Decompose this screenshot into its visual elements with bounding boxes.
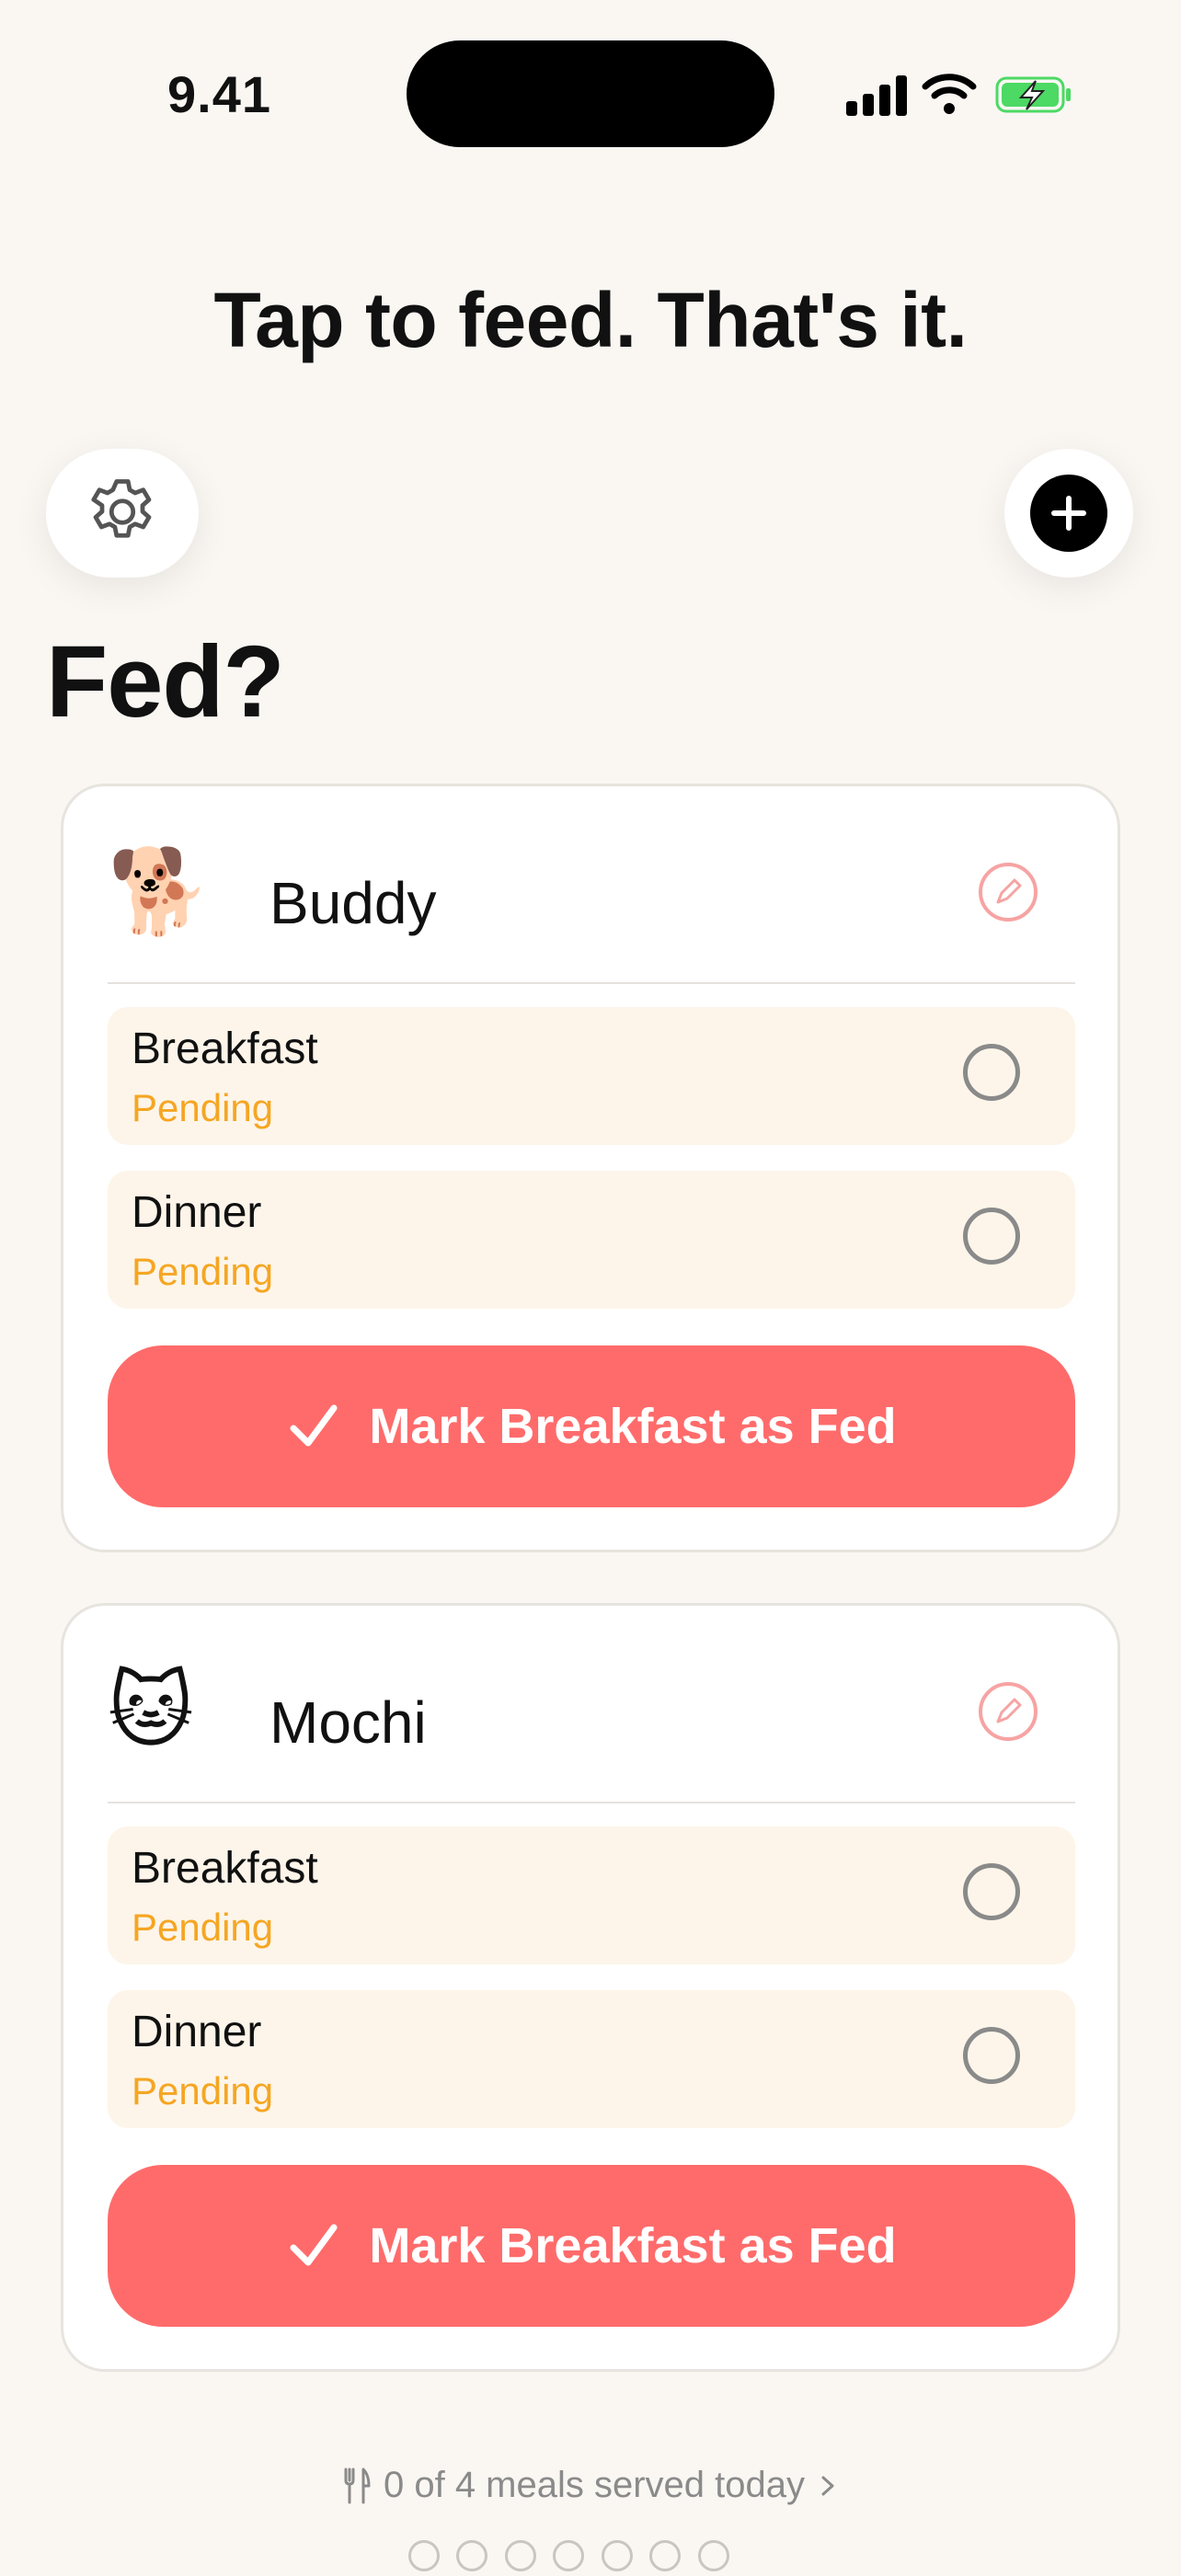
meal-checkbox[interactable] [963, 2027, 1020, 2084]
cellular-signal-icon [846, 75, 907, 116]
meal-name: Breakfast [132, 1025, 318, 1073]
battery-charging-icon [995, 76, 1071, 113]
meal-status: Pending [132, 1906, 274, 1949]
page-dot [553, 2540, 585, 2571]
pet-card: 🐕 Buddy Breakfast Pending Dinner Pending… [61, 784, 1120, 1552]
meal-name: Dinner [132, 2008, 262, 2056]
mark-fed-button[interactable]: Mark Breakfast as Fed [108, 1345, 1075, 1507]
pet-name: Buddy [269, 870, 437, 936]
meal-name: Dinner [132, 1188, 262, 1237]
page-dot [456, 2540, 488, 2571]
settings-button[interactable] [46, 449, 199, 578]
chevron-right-icon [821, 2476, 834, 2495]
meal-row-breakfast[interactable]: Breakfast Pending [108, 1007, 1075, 1145]
meal-status: Pending [132, 2069, 274, 2112]
status-time: 9.41 [167, 65, 271, 123]
page-dot [649, 2540, 682, 2571]
mark-fed-label: Mark Breakfast as Fed [369, 2218, 897, 2273]
meal-checkbox[interactable] [963, 1044, 1020, 1101]
meal-row-dinner[interactable]: Dinner Pending [108, 1990, 1075, 2128]
meal-name: Breakfast [132, 1844, 318, 1893]
mark-fed-label: Mark Breakfast as Fed [369, 1399, 897, 1454]
pet-header: 🐕 Buddy [108, 841, 1075, 961]
meals-summary[interactable]: 0 of 4 meals served today [0, 2465, 1181, 2513]
page-title: Fed? [46, 625, 285, 738]
meal-row-dinner[interactable]: Dinner Pending [108, 1171, 1075, 1309]
page-indicator [408, 2540, 776, 2571]
status-bar: 9.41 [0, 0, 1181, 193]
meal-checkbox[interactable] [963, 1208, 1020, 1265]
pet-header: 🐱 Mochi [108, 1661, 1075, 1780]
pet-card: 🐱 Mochi Breakfast Pending Dinner Pending… [61, 1603, 1120, 2372]
tagline: Tap to feed. That's it. [213, 277, 968, 363]
checkmark-icon [290, 2224, 338, 2266]
checkmark-icon [290, 1404, 338, 1447]
utensils-icon [344, 2467, 371, 2503]
divider [108, 982, 1075, 984]
edit-pencil-icon[interactable] [978, 1681, 1038, 1742]
edit-pencil-icon[interactable] [978, 862, 1038, 922]
page-dot [697, 2540, 729, 2571]
meal-row-breakfast[interactable]: Breakfast Pending [108, 1826, 1075, 1964]
meals-summary-text: 0 of 4 meals served today [383, 2465, 806, 2505]
mark-fed-button[interactable]: Mark Breakfast as Fed [108, 2165, 1075, 2327]
dog-icon: 🐕 [108, 846, 212, 938]
dynamic-island [407, 40, 774, 147]
wifi-icon [922, 74, 977, 114]
meal-status: Pending [132, 1250, 274, 1293]
gear-icon [91, 479, 152, 538]
divider [108, 1802, 1075, 1803]
add-pet-button[interactable] [1004, 449, 1133, 578]
plus-icon [1030, 475, 1107, 552]
pet-name: Mochi [269, 1689, 427, 1756]
page-dot [504, 2540, 536, 2571]
page-dot [408, 2540, 440, 2571]
page-dot [601, 2540, 633, 2571]
meal-status: Pending [132, 1086, 274, 1129]
meal-checkbox[interactable] [963, 1863, 1020, 1920]
cat-icon: 🐱 [108, 1666, 194, 1757]
